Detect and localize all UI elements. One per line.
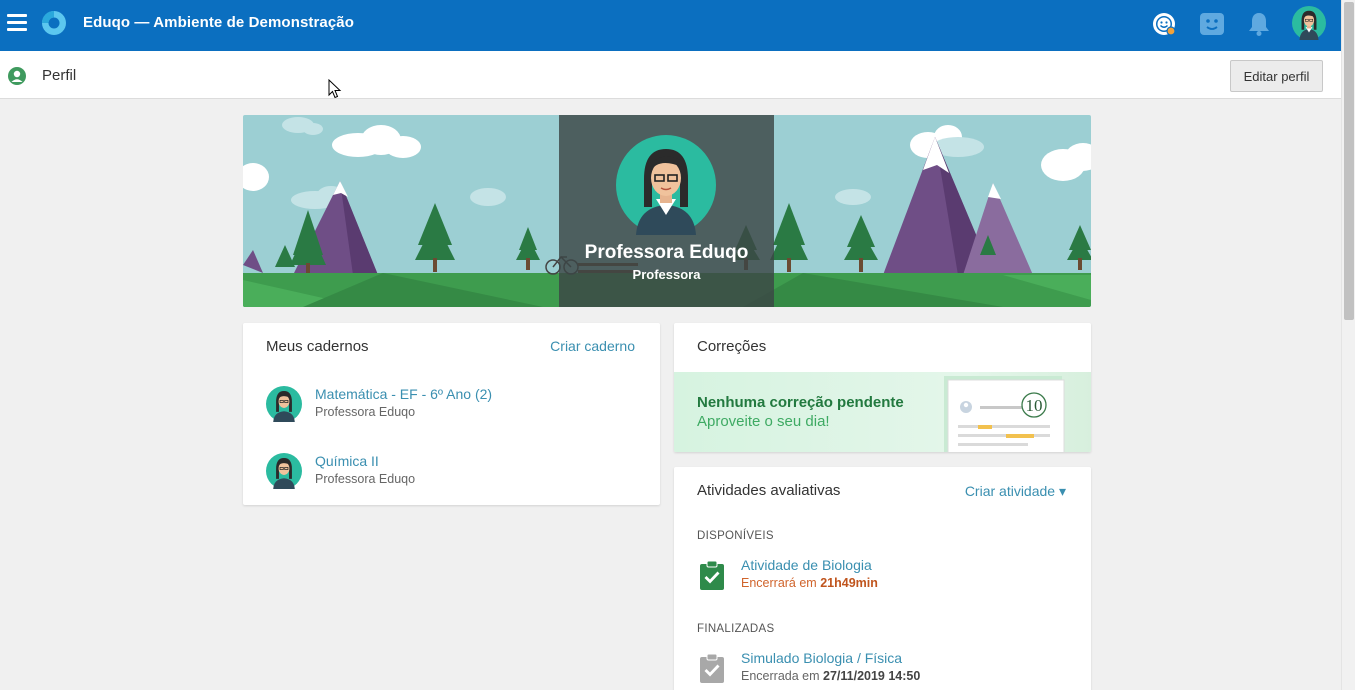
profile-avatar	[616, 135, 716, 235]
no-corrections-banner: Nenhuma correção pendente Aproveite o se…	[674, 372, 1091, 452]
notebook-item[interactable]: Matemática - EF - 6º Ano (2) Professora …	[266, 386, 646, 426]
clipboard-check-icon	[700, 653, 724, 683]
eduqo-logo[interactable]	[41, 10, 67, 36]
activity-item[interactable]: Atividade de Biologia Encerrará em 21h49…	[697, 557, 1057, 597]
corrections-title: Correções	[697, 338, 767, 355]
finished-section-label: FINALIZADAS	[697, 623, 775, 635]
notebook-item[interactable]: Química II Professora Eduqo	[266, 453, 646, 493]
page-title: Perfil	[42, 67, 77, 84]
activity-name[interactable]: Simulado Biologia / Física	[741, 650, 902, 666]
profile-icon	[8, 67, 26, 85]
notebook-owner-avatar	[266, 453, 302, 489]
scrollbar-thumb[interactable]	[1344, 2, 1354, 320]
activity-item[interactable]: Simulado Biologia / Física Encerrada em …	[697, 650, 1057, 690]
profile-summary: Professora Eduqo Professora	[559, 115, 774, 307]
app-title: Eduqo — Ambiente de Demonstração	[83, 14, 355, 31]
extensions-icon[interactable]	[1198, 10, 1226, 38]
clipboard-check-icon	[700, 560, 724, 590]
notifications-icon[interactable]	[1245, 10, 1273, 38]
notebook-owner: Professora Eduqo	[315, 405, 416, 419]
notebook-name[interactable]: Química II	[315, 453, 379, 469]
corrections-card: Correções Nenhuma correção pendente Apro…	[674, 323, 1091, 452]
top-app-bar: Eduqo — Ambiente de Demonstração	[0, 0, 1341, 51]
activities-title: Atividades avaliativas	[697, 482, 841, 499]
profile-role: Professora	[632, 267, 701, 282]
graded-paper-icon: 10	[944, 376, 1065, 452]
activity-status: Encerrada em 27/11/2019 14:50	[741, 669, 921, 683]
create-activity-dropdown[interactable]: Criar atividade ▾	[965, 483, 1066, 500]
mouse-cursor-icon	[328, 79, 342, 99]
edit-profile-button[interactable]: Editar perfil	[1230, 60, 1323, 92]
page-scrollbar[interactable]	[1341, 0, 1355, 690]
no-corrections-title: Nenhuma correção pendente	[697, 394, 904, 411]
support-icon[interactable]	[1150, 10, 1178, 38]
profile-name: Professora Eduqo	[584, 242, 749, 263]
notebook-owner-avatar	[266, 386, 302, 422]
grade-badge: 10	[1026, 396, 1043, 415]
activities-card: Atividades avaliativas Criar atividade ▾…	[674, 467, 1091, 690]
menu-icon[interactable]	[7, 14, 27, 32]
page-header: Perfil Editar perfil	[0, 51, 1341, 99]
notebook-name[interactable]: Matemática - EF - 6º Ano (2)	[315, 386, 492, 402]
activity-status: Encerrará em 21h49min	[741, 576, 878, 590]
no-corrections-subtitle: Aproveite o seu dia!	[697, 413, 830, 430]
profile-banner: Professora Eduqo Professora	[243, 115, 1091, 307]
user-avatar[interactable]	[1292, 6, 1326, 40]
available-section-label: DISPONÍVEIS	[697, 530, 774, 542]
notebooks-title: Meus cadernos	[266, 338, 369, 355]
activity-name[interactable]: Atividade de Biologia	[741, 557, 872, 573]
create-notebook-link[interactable]: Criar caderno	[550, 338, 635, 354]
notebook-owner: Professora Eduqo	[315, 472, 416, 486]
notebooks-card: Meus cadernos Criar caderno Matemática -…	[243, 323, 660, 505]
